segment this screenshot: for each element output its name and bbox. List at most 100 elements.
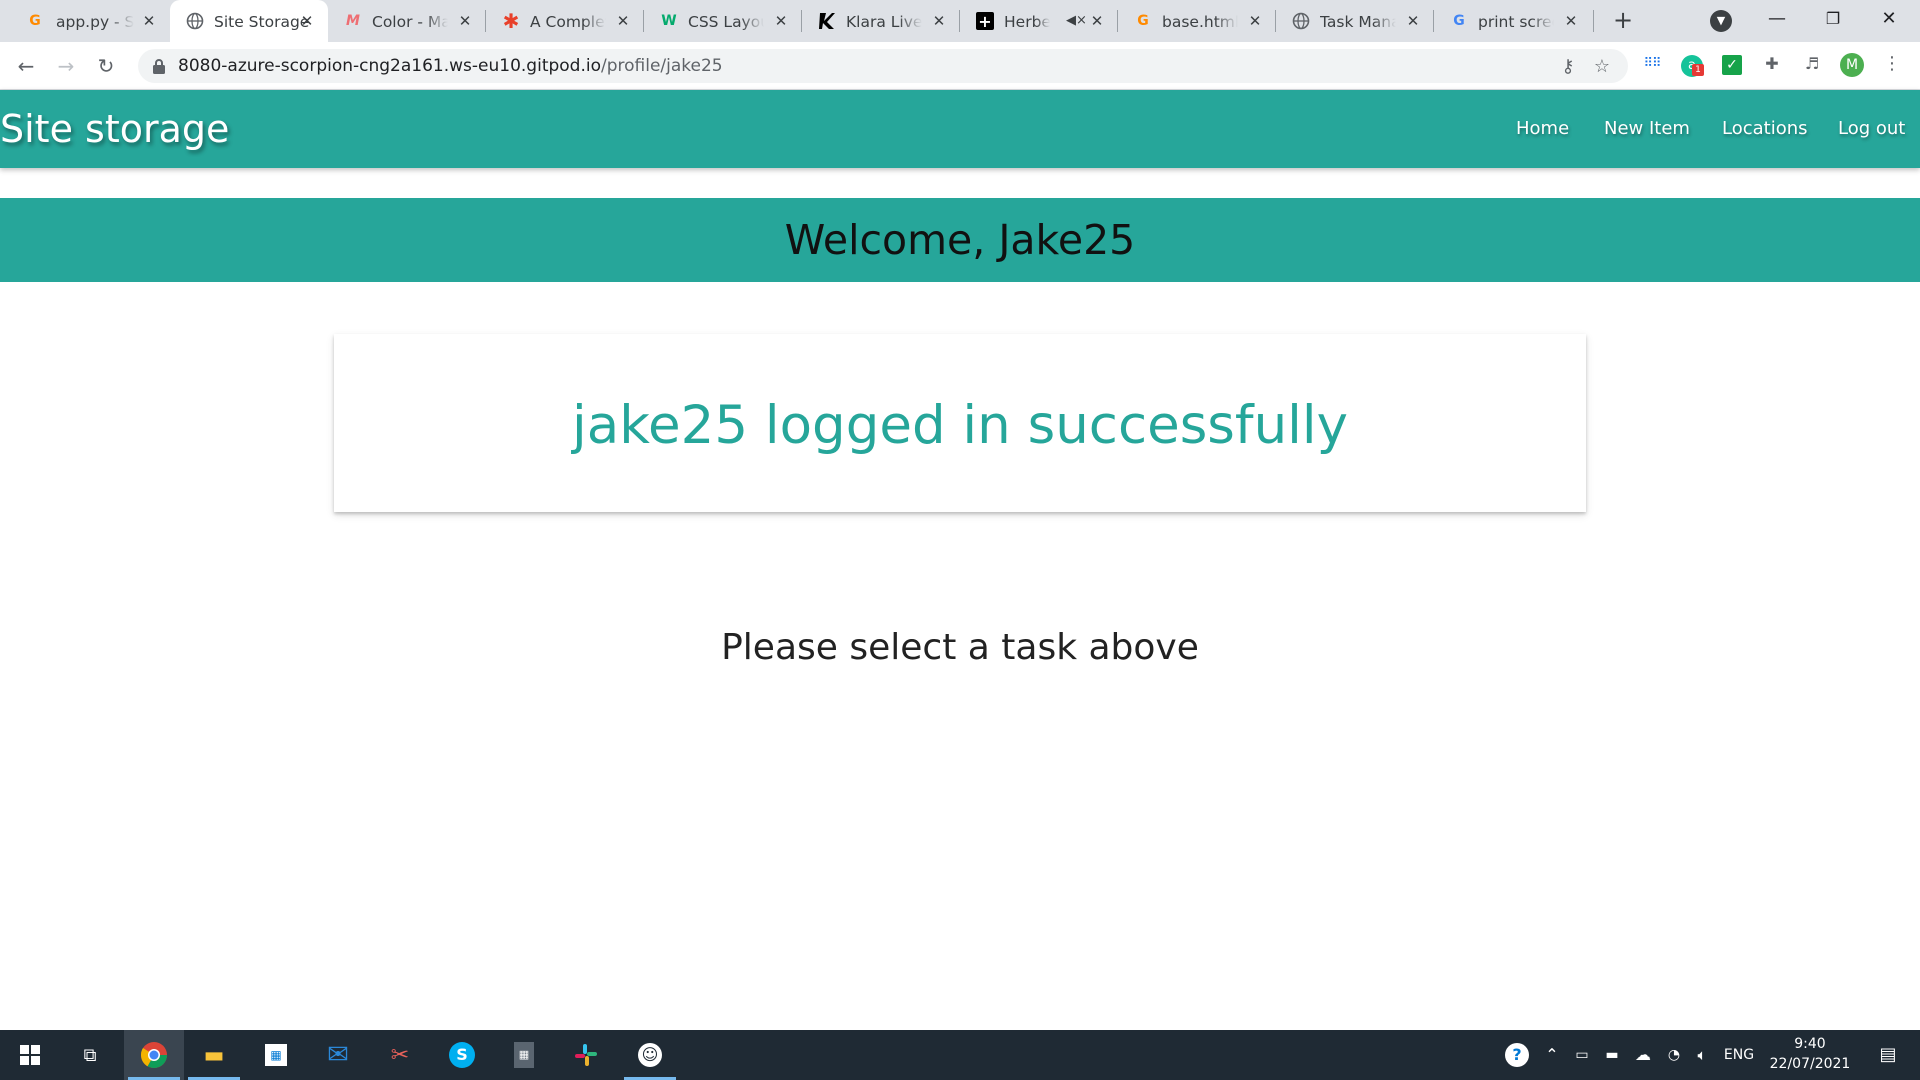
tab-title: A Complete Guide bbox=[530, 13, 606, 31]
tab-task-manager[interactable]: Task Manager ✕ bbox=[1276, 0, 1434, 42]
tab-title: print screen bbox=[1478, 13, 1554, 31]
tab-color-materialize[interactable]: M Color - Materialize ✕ bbox=[328, 0, 486, 42]
language-indicator[interactable]: ENG bbox=[1718, 1030, 1760, 1080]
url-host: 8080-azure-scorpion-cng2a161.ws-eu10.git… bbox=[178, 56, 601, 76]
close-icon[interactable]: ✕ bbox=[1088, 12, 1106, 30]
plus-icon: + bbox=[976, 12, 994, 31]
nav-logout-link[interactable]: Log out bbox=[1838, 118, 1905, 140]
meet-now-icon[interactable]: ▭ bbox=[1568, 1030, 1596, 1080]
asterisk-icon: ✱ bbox=[502, 9, 520, 33]
close-icon[interactable]: ✕ bbox=[140, 12, 158, 30]
flash-message-card: jake25 logged in successfully bbox=[334, 334, 1586, 512]
close-icon[interactable]: ✕ bbox=[456, 12, 474, 30]
notifications-icon[interactable]: ▤ bbox=[1868, 1030, 1908, 1080]
puzzle-icon[interactable]: ✚ bbox=[1760, 52, 1784, 76]
tab-base-html[interactable]: G base.html - ✕ bbox=[1118, 0, 1276, 42]
grammarly-icon[interactable]: a 1 bbox=[1680, 52, 1704, 77]
close-icon[interactable]: ✕ bbox=[1404, 12, 1422, 30]
checkbox-extension-icon[interactable]: ✓ bbox=[1720, 52, 1744, 76]
tab-title: CSS Layout bbox=[688, 13, 764, 31]
profile-initial: M bbox=[1840, 53, 1864, 77]
tab-print-screen[interactable]: G print screen ✕ bbox=[1434, 0, 1594, 42]
google-icon: G bbox=[1453, 13, 1465, 29]
close-icon[interactable]: ✕ bbox=[298, 12, 316, 30]
tab-title: Klara Live | bbox=[846, 13, 922, 31]
tab-app-py[interactable]: G app.py - Site Storage ✕ bbox=[0, 0, 162, 42]
volume-icon[interactable]: 🔈︎ bbox=[1688, 1030, 1716, 1080]
close-icon[interactable]: ✕ bbox=[1246, 12, 1264, 30]
slack-icon[interactable] bbox=[556, 1030, 616, 1080]
page-content: Site storage Home New Item Locations Log… bbox=[0, 90, 1920, 1030]
calculator-icon[interactable]: ▦ bbox=[494, 1030, 554, 1080]
tab-klara-live[interactable]: Klara Live | ✕ bbox=[802, 0, 960, 42]
menu-kebab-icon[interactable]: ⋮ bbox=[1880, 52, 1904, 76]
gitpod-icon: G bbox=[29, 13, 41, 29]
wifi-icon[interactable]: ◔ bbox=[1660, 1030, 1688, 1080]
reload-button[interactable]: ↻ bbox=[92, 52, 120, 80]
url-path: /profile/jake25 bbox=[601, 56, 723, 76]
close-icon[interactable]: ✕ bbox=[772, 12, 790, 30]
close-icon[interactable]: ✕ bbox=[930, 12, 948, 30]
materialize-icon: M bbox=[346, 13, 360, 29]
close-icon[interactable]: ✕ bbox=[614, 12, 632, 30]
tab-title: Task Manager bbox=[1320, 13, 1396, 31]
browser-tab-strip: G app.py - Site Storage ✕ Site Storage ✕… bbox=[0, 0, 1920, 42]
tab-search-icon[interactable]: ▼ bbox=[1710, 10, 1732, 32]
address-bar[interactable]: 8080-azure-scorpion-cng2a161.ws-eu10.git… bbox=[138, 49, 1628, 83]
flash-message-text: jake25 logged in successfully bbox=[572, 395, 1348, 456]
globe-icon bbox=[186, 12, 204, 30]
tab-complete-guide[interactable]: ✱ A Complete Guide ✕ bbox=[486, 0, 644, 42]
new-tab-button[interactable]: + bbox=[1610, 8, 1636, 34]
store-icon[interactable]: ▦ bbox=[246, 1030, 306, 1080]
key-icon[interactable]: ⚷ bbox=[1556, 55, 1580, 79]
extension-badge: 1 bbox=[1692, 64, 1704, 76]
nav-new-item-link[interactable]: New Item bbox=[1604, 118, 1690, 140]
gitpod-icon: G bbox=[1137, 13, 1149, 29]
star-icon[interactable]: ☆ bbox=[1590, 55, 1614, 79]
w3schools-icon: W bbox=[661, 13, 677, 29]
chrome-taskbar-icon[interactable] bbox=[124, 1030, 184, 1080]
task-view-icon[interactable]: ⧉ bbox=[60, 1030, 120, 1080]
tab-site-storage[interactable]: Site Storage ✕ bbox=[170, 0, 328, 42]
speaker-muted-icon[interactable]: ◀× bbox=[1066, 13, 1087, 28]
select-task-prompt: Please select a task above bbox=[721, 627, 1199, 668]
clock-time: 9:40 bbox=[1794, 1036, 1826, 1052]
onedrive-cloud-icon[interactable]: ☁ bbox=[1628, 1030, 1658, 1080]
windows-start-icon[interactable] bbox=[0, 1030, 60, 1080]
welcome-heading: Welcome, Jake25 bbox=[784, 216, 1136, 264]
site-navbar: Site storage Home New Item Locations Log… bbox=[0, 90, 1920, 168]
tab-herbelu[interactable]: + Herbelu ◀× ✕ bbox=[960, 0, 1118, 42]
lock-icon[interactable] bbox=[152, 58, 166, 74]
mail-icon[interactable]: ✉ bbox=[308, 1030, 368, 1080]
nav-locations-link[interactable]: Locations bbox=[1722, 118, 1808, 140]
nav-home-link[interactable]: Home bbox=[1516, 118, 1569, 140]
minimize-button[interactable]: — bbox=[1754, 4, 1800, 34]
url-text: 8080-azure-scorpion-cng2a161.ws-eu10.git… bbox=[178, 56, 723, 76]
tab-title: app.py - Site Storage bbox=[56, 13, 134, 31]
tab-title: Herbelu bbox=[1004, 13, 1050, 31]
skype-icon[interactable]: S bbox=[432, 1030, 492, 1080]
system-clock[interactable]: 9:40 22/07/2021 bbox=[1760, 1034, 1860, 1074]
site-brand-logo[interactable]: Site storage bbox=[0, 108, 229, 150]
klara-icon bbox=[818, 12, 836, 30]
apps-grid-icon[interactable]: ⠿⠿ bbox=[1640, 52, 1664, 76]
show-hidden-icons-chevron[interactable]: ⌃ bbox=[1538, 1030, 1566, 1080]
file-explorer-icon[interactable]: ▬ bbox=[184, 1030, 244, 1080]
clock-date: 22/07/2021 bbox=[1769, 1056, 1851, 1072]
smiley-app-icon[interactable]: ☺ bbox=[620, 1030, 680, 1080]
help-icon[interactable]: ? bbox=[1502, 1030, 1532, 1080]
forward-button[interactable]: → bbox=[52, 52, 80, 80]
profile-avatar[interactable]: M bbox=[1840, 52, 1864, 77]
tab-title: base.html - bbox=[1162, 13, 1238, 31]
tab-separator bbox=[1593, 10, 1594, 32]
battery-icon[interactable]: ▬ bbox=[1598, 1030, 1626, 1080]
tab-title: Color - Materialize bbox=[372, 13, 448, 31]
close-window-button[interactable]: ✕ bbox=[1866, 4, 1912, 34]
snipping-tool-icon[interactable]: ✂ bbox=[370, 1030, 430, 1080]
restore-button[interactable]: ❐ bbox=[1810, 4, 1856, 34]
welcome-banner: Welcome, Jake25 bbox=[0, 198, 1920, 282]
close-icon[interactable]: ✕ bbox=[1562, 12, 1580, 30]
back-button[interactable]: ← bbox=[12, 52, 40, 80]
media-control-icon[interactable]: ♬ bbox=[1800, 52, 1824, 76]
tab-css-layout[interactable]: W CSS Layout ✕ bbox=[644, 0, 802, 42]
